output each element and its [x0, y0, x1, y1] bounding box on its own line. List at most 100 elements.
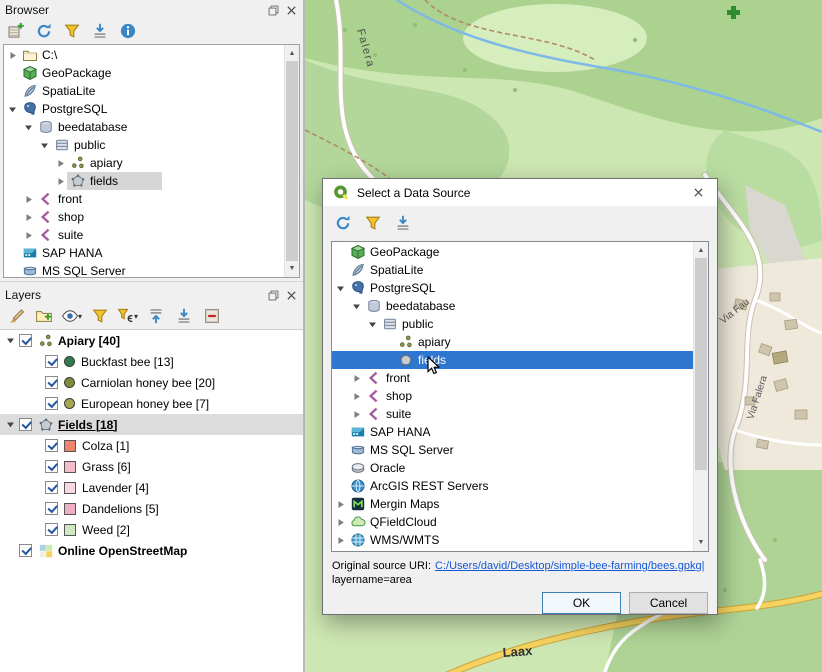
expand-arrow-icon[interactable] [334, 516, 347, 529]
layers-close-icon[interactable] [285, 289, 298, 302]
expand-arrow-icon[interactable] [350, 408, 363, 421]
browser-close-icon[interactable] [285, 4, 298, 17]
layer-colza-1[interactable]: Colza [1] [0, 435, 303, 456]
browser-item-ms-sql-server[interactable]: MS SQL Server [4, 262, 284, 277]
source-item-shop[interactable]: shop [332, 387, 693, 405]
browser-add-layer-button[interactable] [3, 20, 28, 42]
browser-scrollbar[interactable]: ▲ ▼ [284, 45, 299, 277]
collapse-arrow-icon[interactable] [4, 418, 17, 431]
source-item-mergin-maps[interactable]: Mergin Maps [332, 495, 693, 513]
expand-arrow-icon[interactable] [54, 175, 67, 188]
browser-item-postgresql[interactable]: PostgreSQL [4, 100, 284, 118]
layers-float-icon[interactable] [267, 289, 280, 302]
source-item-sap-hana[interactable]: SAP HANA [332, 423, 693, 441]
layer-checkbox[interactable] [19, 418, 32, 431]
layer-checkbox[interactable] [45, 460, 58, 473]
collapse-arrow-icon[interactable] [6, 103, 19, 116]
browser-item-c[interactable]: C:\ [4, 46, 284, 64]
collapse-arrow-icon[interactable] [350, 300, 363, 313]
scroll-down-icon[interactable]: ▼ [285, 261, 299, 276]
source-item-front[interactable]: front [332, 369, 693, 387]
expand-arrow-icon[interactable] [334, 534, 347, 547]
scroll-thumb[interactable] [695, 258, 707, 470]
layer-checkbox[interactable] [19, 544, 32, 557]
expand-arrow-icon[interactable] [6, 49, 19, 62]
expand-arrow-icon[interactable] [22, 211, 35, 224]
expand-arrow-icon[interactable] [54, 157, 67, 170]
layer-checkbox[interactable] [45, 397, 58, 410]
layers-styling-button[interactable] [3, 305, 28, 327]
browser-item-fields[interactable]: fields [4, 172, 284, 190]
cancel-button[interactable]: Cancel [629, 592, 708, 614]
browser-info-button[interactable] [115, 20, 140, 42]
dialog-filter-button[interactable] [360, 212, 385, 234]
source-item-public[interactable]: public [332, 315, 693, 333]
browser-filter-button[interactable] [59, 20, 84, 42]
source-item-apiary[interactable]: apiary [332, 333, 693, 351]
expand-arrow-icon[interactable] [350, 390, 363, 403]
collapse-arrow-icon[interactable] [38, 139, 51, 152]
expand-arrow-icon[interactable] [22, 193, 35, 206]
source-item-arcgis-rest-servers[interactable]: ArcGIS REST Servers [332, 477, 693, 495]
layer-checkbox[interactable] [45, 355, 58, 368]
layer-lavender-4[interactable]: Lavender [4] [0, 477, 303, 498]
layer-checkbox[interactable] [45, 502, 58, 515]
layer-weed-2[interactable]: Weed [2] [0, 519, 303, 540]
source-item-qfieldcloud[interactable]: QFieldCloud [332, 513, 693, 531]
browser-item-sap-hana[interactable]: SAP HANA [4, 244, 284, 262]
browser-refresh-button[interactable] [31, 20, 56, 42]
source-uri-link[interactable]: C:/Users/david/Desktop/simple-bee-farmin… [435, 560, 704, 572]
layer-european-honey-bee-7[interactable]: European honey bee [7] [0, 393, 303, 414]
layer-checkbox[interactable] [45, 376, 58, 389]
collapse-arrow-icon[interactable] [22, 121, 35, 134]
source-item-suite[interactable]: suite [332, 405, 693, 423]
browser-float-icon[interactable] [267, 4, 280, 17]
layers-filter-expr-button[interactable]: ▾ [115, 305, 140, 327]
layers-collapse-all-button[interactable] [171, 305, 196, 327]
scroll-down-icon[interactable]: ▼ [694, 535, 708, 550]
collapse-arrow-icon[interactable] [4, 334, 17, 347]
layer-apiary-40[interactable]: Apiary [40] [0, 330, 303, 351]
browser-collapse-all-button[interactable] [87, 20, 112, 42]
dialog-titlebar[interactable]: Select a Data Source [323, 179, 717, 206]
dialog-close-button[interactable] [683, 180, 713, 206]
layer-online-openstreetmap[interactable]: Online OpenStreetMap [0, 540, 303, 561]
source-item-ms-sql-server[interactable]: MS SQL Server [332, 441, 693, 459]
layer-buckfast-bee-13[interactable]: Buckfast bee [13] [0, 351, 303, 372]
collapse-arrow-icon[interactable] [334, 282, 347, 295]
layer-checkbox[interactable] [19, 334, 32, 347]
layer-checkbox[interactable] [45, 523, 58, 536]
source-item-beedatabase[interactable]: beedatabase [332, 297, 693, 315]
scroll-up-icon[interactable]: ▲ [285, 46, 299, 61]
source-item-spatialite[interactable]: SpatiaLite [332, 261, 693, 279]
browser-item-suite[interactable]: suite [4, 226, 284, 244]
layer-fields-18[interactable]: Fields [18] [0, 414, 303, 435]
browser-item-public[interactable]: public [4, 136, 284, 154]
ok-button[interactable]: OK [542, 592, 621, 614]
browser-item-geopackage[interactable]: GeoPackage [4, 64, 284, 82]
expand-arrow-icon[interactable] [350, 372, 363, 385]
layer-dandelions-5[interactable]: Dandelions [5] [0, 498, 303, 519]
layers-themes-button[interactable]: ▾ [59, 305, 84, 327]
source-item-geopackage[interactable]: GeoPackage [332, 243, 693, 261]
layers-expand-all-button[interactable] [143, 305, 168, 327]
browser-item-front[interactable]: front [4, 190, 284, 208]
dialog-collapse-all-button[interactable] [390, 212, 415, 234]
layer-grass-6[interactable]: Grass [6] [0, 456, 303, 477]
layer-checkbox[interactable] [45, 439, 58, 452]
browser-item-shop[interactable]: shop [4, 208, 284, 226]
expand-arrow-icon[interactable] [334, 498, 347, 511]
layers-add-group-button[interactable] [31, 305, 56, 327]
collapse-arrow-icon[interactable] [366, 318, 379, 331]
source-item-wms-wmts[interactable]: WMS/WMTS [332, 531, 693, 549]
source-item-postgresql[interactable]: PostgreSQL [332, 279, 693, 297]
dialog-scrollbar[interactable]: ▲ ▼ [693, 242, 708, 551]
browser-item-apiary[interactable]: apiary [4, 154, 284, 172]
source-item-fields[interactable]: fields [332, 351, 693, 369]
browser-item-beedatabase[interactable]: beedatabase [4, 118, 284, 136]
scroll-up-icon[interactable]: ▲ [694, 243, 708, 258]
layer-checkbox[interactable] [45, 481, 58, 494]
layers-remove-layer-button[interactable] [199, 305, 224, 327]
dialog-refresh-button[interactable] [330, 212, 355, 234]
expand-arrow-icon[interactable] [22, 229, 35, 242]
